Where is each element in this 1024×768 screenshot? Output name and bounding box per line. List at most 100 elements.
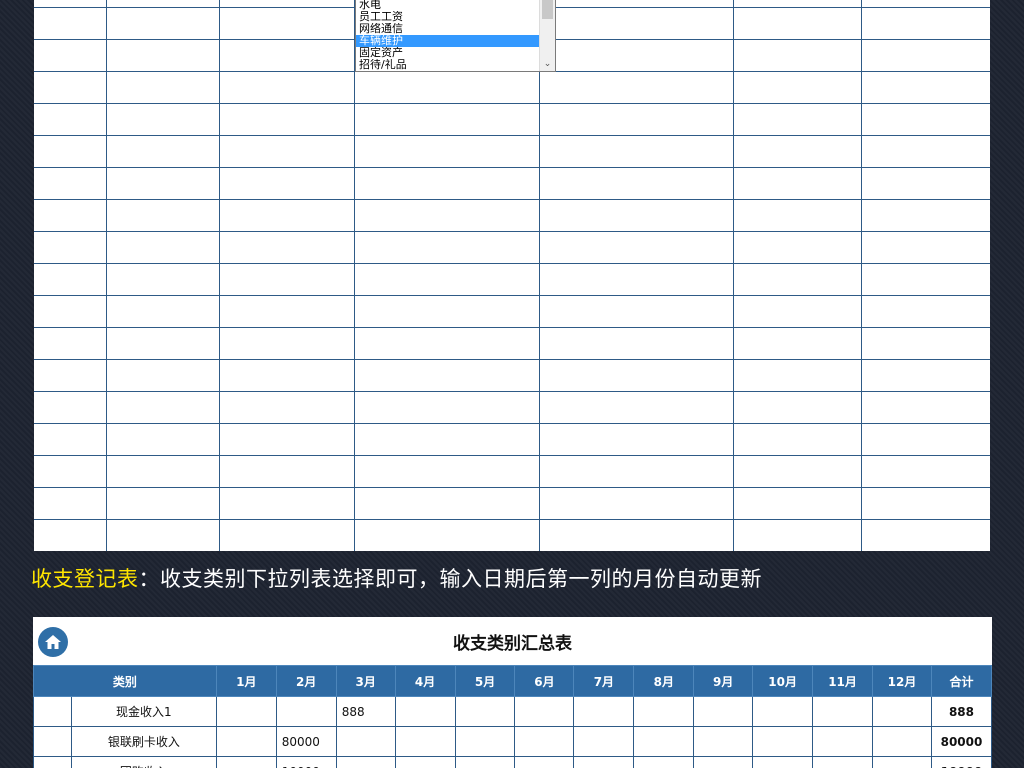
column-header: 1月 — [215, 665, 277, 697]
month-value-cell[interactable] — [454, 756, 516, 768]
month-value-cell[interactable] — [752, 726, 814, 757]
month-value-cell[interactable] — [752, 696, 814, 727]
row-spacer-cell — [33, 696, 72, 727]
dropdown-option[interactable]: 招待/礼品 — [356, 59, 541, 71]
summary-titlebar: 收支类别汇总表 — [33, 617, 992, 665]
caption-highlight: 收支登记表 — [31, 567, 139, 591]
month-value-cell[interactable] — [514, 726, 575, 757]
month-value-cell[interactable] — [215, 696, 277, 727]
month-value-cell[interactable] — [812, 696, 874, 727]
month-value-cell[interactable] — [335, 726, 396, 757]
summary-panel: 收支类别汇总表 类别 1月 2月 3月 4月 5月 6月 7月 8月 9月 10月 11月 12月 合计 … — [33, 617, 992, 768]
dropdown-scrollbar[interactable]: ⌄ — [539, 0, 555, 71]
grid-row-line — [34, 487, 990, 488]
category-label[interactable]: 团购收入 — [70, 756, 217, 768]
month-value-cell[interactable] — [812, 726, 874, 757]
column-header: 4月 — [394, 665, 456, 697]
summary-table: 类别 1月 2月 3月 4月 5月 6月 7月 8月 9月 10月 11月 12月 合计 现金收入1 888… — [33, 665, 992, 768]
category-dropdown-list[interactable]: 水电 员工工资 网络通信 车辆维护 固定资产 招待/礼品 ⌄ — [355, 0, 556, 72]
grid-row-line — [34, 295, 990, 296]
total-cell[interactable]: 888 — [930, 696, 992, 727]
month-value-cell[interactable] — [335, 756, 396, 768]
grid-column-line — [106, 0, 107, 551]
month-value-cell[interactable] — [633, 756, 695, 768]
column-header: 10月 — [752, 665, 814, 697]
month-value-cell[interactable] — [394, 696, 456, 727]
table-row: 银联刷卡收入 80000 80000 — [33, 726, 992, 757]
month-value-cell[interactable] — [394, 726, 456, 757]
month-value-cell[interactable] — [215, 756, 277, 768]
register-grid[interactable] — [34, 0, 990, 551]
grid-row-line — [34, 199, 990, 200]
scroll-down-icon[interactable]: ⌄ — [540, 58, 555, 70]
grid-row-line — [34, 167, 990, 168]
grid-row-line — [34, 423, 990, 424]
month-value-cell[interactable] — [752, 756, 814, 768]
grid-row-line — [34, 135, 990, 136]
month-value-cell[interactable] — [514, 696, 575, 727]
column-header: 11月 — [812, 665, 874, 697]
grid-row-line — [34, 263, 990, 264]
grid-row-line — [34, 231, 990, 232]
month-value-cell[interactable]: 80000 — [275, 726, 337, 757]
month-value-cell[interactable] — [693, 696, 754, 727]
grid-column-line — [354, 0, 355, 551]
grid-column-line — [861, 0, 862, 551]
month-value-cell[interactable] — [573, 756, 635, 768]
column-header: 8月 — [633, 665, 695, 697]
table-row: 现金收入1 888 888 — [33, 696, 992, 727]
grid-row-line — [34, 519, 990, 520]
column-header: 7月 — [573, 665, 635, 697]
dropdown-option[interactable]: 网络通信 — [356, 23, 541, 35]
summary-title: 收支类别汇总表 — [453, 634, 572, 654]
row-spacer-cell — [33, 756, 72, 768]
column-header: 12月 — [872, 665, 932, 697]
grid-row-line — [34, 391, 990, 392]
column-header: 3月 — [335, 665, 396, 697]
month-value-cell[interactable] — [514, 756, 575, 768]
dropdown-option[interactable]: 固定资产 — [356, 47, 541, 59]
category-label[interactable]: 现金收入1 — [70, 696, 217, 727]
month-value-cell[interactable] — [633, 696, 695, 727]
column-header-category: 类别 — [33, 665, 217, 697]
month-value-cell[interactable] — [872, 696, 932, 727]
month-value-cell[interactable] — [812, 756, 874, 768]
month-value-cell[interactable] — [215, 726, 277, 757]
month-value-cell[interactable] — [693, 726, 754, 757]
dropdown-option[interactable]: 水电 — [356, 0, 541, 11]
month-value-cell[interactable] — [693, 756, 754, 768]
month-value-cell[interactable] — [872, 756, 932, 768]
table-row: 团购收入 10000 10000 — [33, 756, 992, 768]
category-label[interactable]: 银联刷卡收入 — [70, 726, 217, 757]
column-header: 5月 — [454, 665, 516, 697]
month-value-cell[interactable] — [454, 696, 516, 727]
total-cell[interactable]: 10000 — [930, 756, 992, 768]
grid-column-line — [539, 0, 540, 551]
month-value-cell[interactable] — [454, 726, 516, 757]
column-header: 合计 — [930, 665, 992, 697]
total-cell[interactable]: 80000 — [930, 726, 992, 757]
column-header: 2月 — [275, 665, 337, 697]
grid-column-line — [733, 0, 734, 551]
row-spacer-cell — [33, 726, 72, 757]
month-value-cell[interactable] — [872, 726, 932, 757]
column-header: 6月 — [514, 665, 575, 697]
grid-column-line — [219, 0, 220, 551]
month-value-cell[interactable]: 10000 — [275, 756, 337, 768]
month-value-cell[interactable] — [394, 756, 456, 768]
grid-row-line — [34, 327, 990, 328]
month-value-cell[interactable] — [633, 726, 695, 757]
month-value-cell[interactable] — [573, 726, 635, 757]
caption-text: ：收支类别下拉列表选择即可，输入日期后第一列的月份自动更新 — [138, 567, 762, 591]
grid-row-line — [34, 359, 990, 360]
column-header: 9月 — [693, 665, 754, 697]
grid-row-line — [34, 455, 990, 456]
month-value-cell[interactable] — [573, 696, 635, 727]
grid-row-line — [34, 103, 990, 104]
dropdown-option[interactable]: 车辆维护 — [356, 35, 541, 47]
scrollbar-thumb[interactable] — [542, 0, 553, 19]
dropdown-option[interactable]: 员工工资 — [356, 11, 541, 23]
month-value-cell[interactable]: 888 — [335, 696, 396, 727]
month-value-cell[interactable] — [275, 696, 337, 727]
caption: 收支登记表：收支类别下拉列表选择即可，输入日期后第一列的月份自动更新 — [31, 563, 762, 593]
